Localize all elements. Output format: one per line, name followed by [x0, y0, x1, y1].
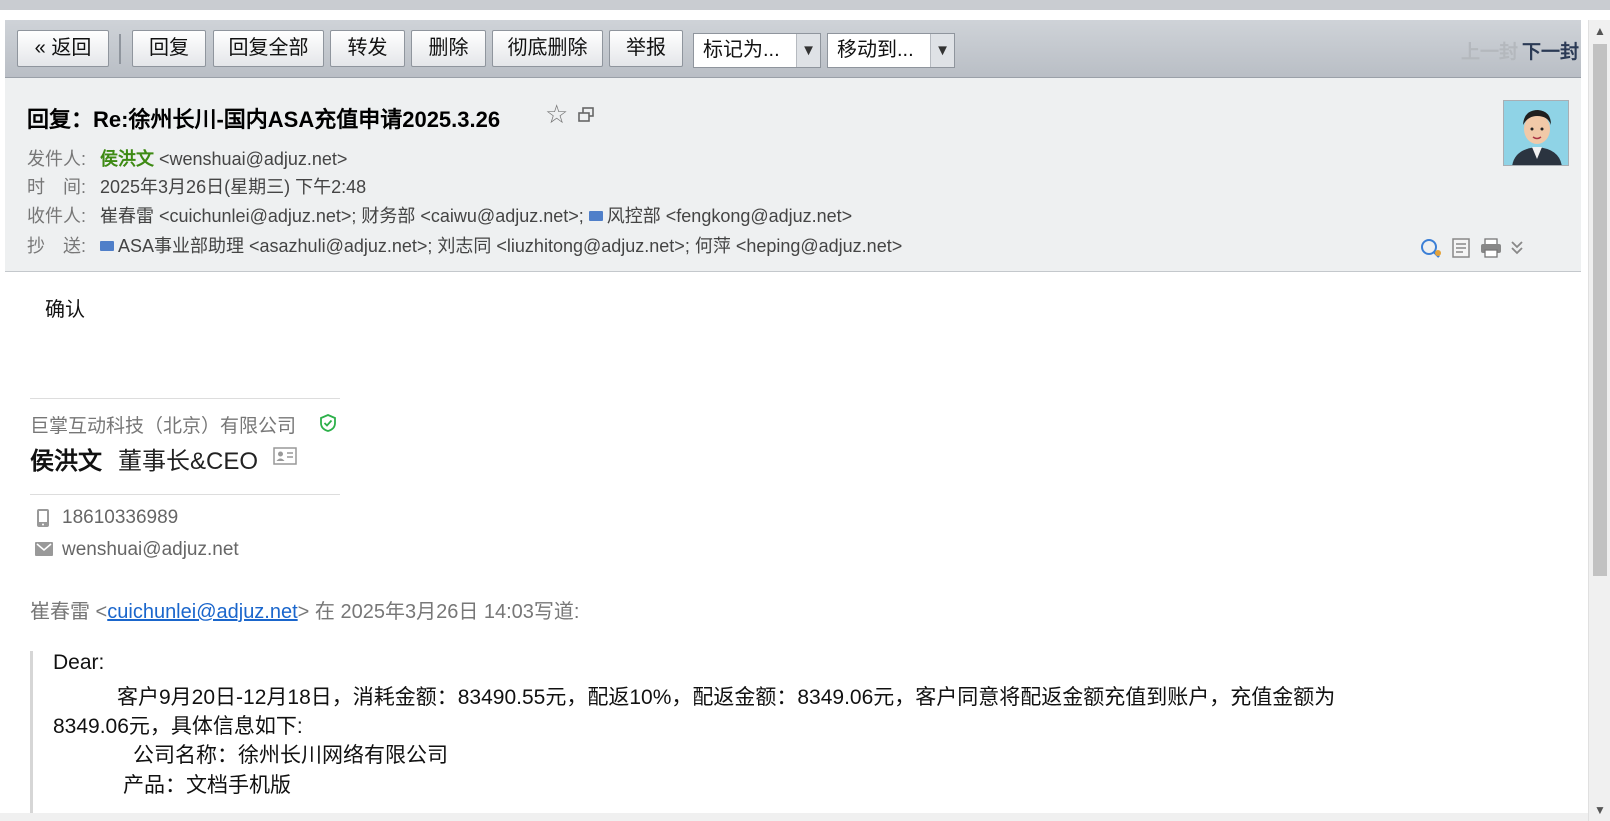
move-to-select[interactable]: 移动到... ▼	[827, 33, 955, 68]
move-to-label: 移动到...	[837, 39, 914, 61]
note-icon[interactable]	[1452, 238, 1470, 258]
toolbar: « 返回 回复 回复全部 转发 删除 彻底删除 举报 标记为... ▼ 移动到.…	[5, 20, 1581, 78]
scrollbar-thumb[interactable]	[1593, 44, 1607, 576]
delete-button[interactable]: 删除	[411, 30, 486, 67]
time-label: 时 间:	[27, 177, 87, 197]
star-icon[interactable]: ☆	[545, 99, 568, 130]
mark-as-label: 标记为...	[703, 39, 780, 61]
top-strip	[0, 0, 1610, 10]
mark-as-select[interactable]: 标记为... ▼	[693, 33, 821, 68]
back-button[interactable]: « 返回	[17, 30, 109, 67]
vertical-scrollbar[interactable]: ▲ ▼	[1588, 20, 1610, 821]
to-recipients[interactable]: 崔春雷 <cuichunlei@adjuz.net>; 财务部 <caiwu@a…	[100, 206, 589, 226]
signature-email: wenshuai@adjuz.net	[62, 539, 239, 560]
scroll-down-icon[interactable]: ▼	[1589, 799, 1610, 821]
phone-icon	[37, 509, 49, 527]
forward-button[interactable]: 转发	[330, 30, 405, 67]
cc-recipients[interactable]: ASA事业部助理 <asazhuli@adjuz.net>; 刘志同 <liuz…	[118, 236, 902, 256]
chevron-down-icon: ▼	[796, 34, 820, 67]
mail-header: 回复：Re:徐州长川-国内ASA充值申请2025.3.26 ☆ 发件人: 侯洪文 …	[5, 78, 1581, 272]
quoted-message: Dear: 客户9月20日-12月18日，消耗金额：83490.55元，配返10…	[30, 651, 1570, 821]
delete-permanent-button[interactable]: 彻底删除	[492, 30, 603, 67]
signature-title: 董事长&CEO	[118, 448, 259, 475]
mail-subject: 回复：Re:徐州长川-国内ASA充值申请2025.3.26	[27, 107, 501, 132]
from-row: 发件人: 侯洪文 <wenshuai@adjuz.net>	[27, 145, 347, 171]
quote-intro-prefix: 崔春雷 <	[30, 601, 108, 623]
signature-name: 侯洪文	[30, 448, 102, 475]
reply-all-button[interactable]: 回复全部	[213, 30, 324, 67]
chevron-down-icon: ▼	[930, 34, 954, 67]
avatar-image	[1504, 101, 1568, 165]
from-label: 发件人:	[27, 149, 87, 169]
sender-name[interactable]: 侯洪文	[100, 149, 154, 169]
scroll-up-icon[interactable]: ▲	[1589, 20, 1610, 42]
quote-paragraph-cont: 8349.06元，具体信息如下:	[53, 715, 303, 738]
report-button[interactable]: 举报	[609, 30, 683, 67]
quote-product: 产品：文档手机版	[123, 774, 291, 797]
cc-row: 抄 送: ASA事业部助理 <asazhuli@adjuz.net>; 刘志同 <…	[27, 232, 902, 258]
signature-phone: 18610336989	[62, 507, 179, 528]
chevron-double-down-icon[interactable]	[1510, 238, 1524, 258]
time-row: 时 间: 2025年3月26日(星期三) 下午2:48	[27, 173, 366, 199]
signature-divider	[30, 494, 340, 495]
to-recipient-group[interactable]: 风控部 <fengkong@adjuz.net>	[607, 206, 852, 226]
mail-body: 确认 巨掌互动科技（北京）有限公司 侯洪文 董事长&CEO 1861033698…	[5, 273, 1581, 821]
group-mail-icon	[588, 211, 603, 221]
signature-divider	[30, 398, 340, 399]
quote-company-name: 公司名称：徐州长川网络有限公司	[133, 744, 448, 767]
contact-card-icon[interactable]	[273, 447, 297, 465]
quote-paragraph: 客户9月20日-12月18日，消耗金额：83490.55元，配返10%，配返金额…	[117, 686, 1336, 709]
print-icon[interactable]	[1480, 238, 1502, 258]
quote-intro: 崔春雷 <cuichunlei@adjuz.net> 在 2025年3月26日 …	[30, 595, 580, 624]
reply-button[interactable]: 回复	[132, 30, 206, 67]
signature-company: 巨掌互动科技（北京）有限公司	[30, 416, 297, 437]
horizontal-scrollbar[interactable]	[0, 813, 1588, 821]
toolbar-separator	[119, 34, 121, 64]
quote-greeting: Dear:	[53, 651, 105, 674]
quote-sender-link[interactable]: cuichunlei@adjuz.net	[107, 601, 297, 623]
cc-label: 抄 送:	[27, 236, 87, 256]
search-mail-icon[interactable]	[1420, 238, 1442, 258]
popout-icon[interactable]	[578, 107, 594, 122]
to-row: 收件人: 崔春雷 <cuichunlei@adjuz.net>; 财务部 <cai…	[27, 202, 852, 228]
verified-shield-icon	[320, 414, 336, 432]
next-mail-link[interactable]: 下一封	[1522, 37, 1579, 64]
group-mail-icon	[100, 241, 114, 251]
time-value: 2025年3月26日(星期三) 下午2:48	[100, 177, 367, 197]
sender-address: <wenshuai@adjuz.net>	[159, 149, 348, 169]
to-label: 收件人:	[27, 206, 87, 226]
prev-mail-link[interactable]: 上一封	[1461, 37, 1518, 64]
reply-text: 确认	[45, 299, 85, 321]
email-icon	[35, 542, 53, 556]
mail-viewer: « 返回 回复 回复全部 转发 删除 彻底删除 举报 标记为... ▼ 移动到.…	[0, 0, 1610, 821]
avatar[interactable]	[1503, 100, 1569, 166]
quote-intro-suffix: > 在 2025年3月26日 14:03写道:	[297, 601, 580, 623]
